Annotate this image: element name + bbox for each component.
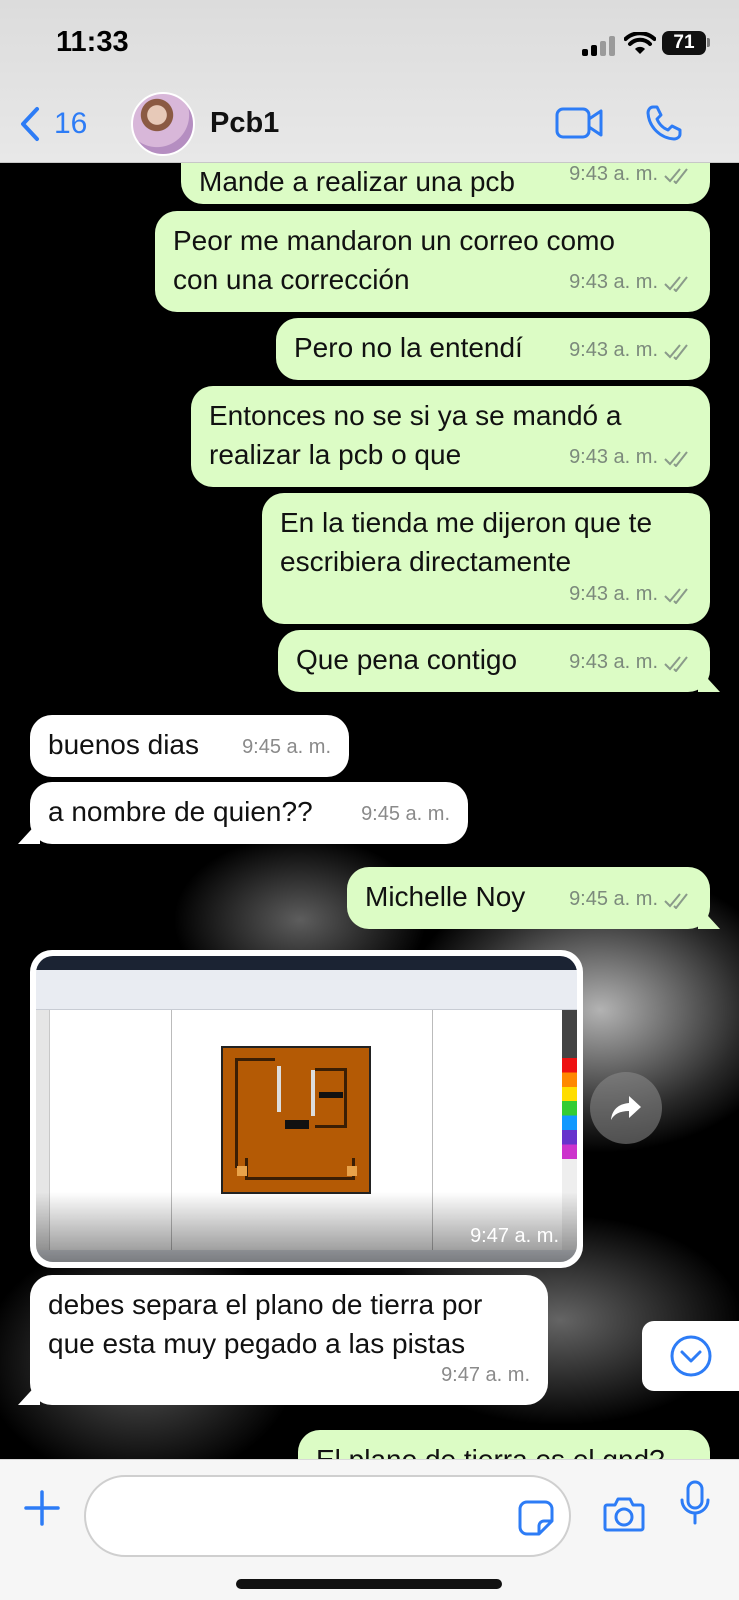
pcb-board (221, 1046, 371, 1194)
message-bubble-incoming[interactable]: a nombre de quien?? 9:45 a. m. (30, 782, 468, 844)
chat-header: 11:33 71 16 Pcb1 (0, 0, 739, 163)
screenshot-taskbar (36, 956, 577, 970)
message-bubble-outgoing[interactable]: Peor me mandaron un correo como con una … (155, 211, 710, 312)
message-time: 9:47 a. m. (470, 1225, 559, 1247)
read-ticks-icon (664, 167, 688, 184)
video-call-icon[interactable] (555, 106, 603, 140)
message-bubble-outgoing[interactable]: Michelle Noy 9:45 a. m. (347, 867, 710, 929)
wifi-icon (624, 32, 656, 54)
read-ticks-icon (664, 343, 688, 360)
message-time: 9:45 a. m. (569, 888, 658, 910)
message-meta: 9:45 a. m. (361, 795, 450, 834)
chevron-left-icon (21, 107, 39, 141)
message-time: 9:45 a. m. (361, 803, 450, 825)
cellular-signal-icon (582, 36, 616, 56)
pcb-header (311, 1070, 315, 1116)
message-input-container[interactable] (84, 1475, 571, 1557)
sticker-icon[interactable] (517, 1499, 555, 1537)
camera-icon[interactable] (603, 1496, 645, 1532)
message-meta: 9:43 a. m. (569, 438, 692, 477)
message-bubble-incoming[interactable]: buenos dias 9:45 a. m. (30, 715, 349, 777)
home-indicator (236, 1579, 502, 1589)
pcb-component (319, 1092, 343, 1098)
avatar[interactable] (131, 92, 195, 156)
message-time: 9:43 a. m. (569, 339, 658, 361)
read-ticks-icon (664, 450, 688, 467)
scroll-to-bottom-button[interactable] (642, 1321, 739, 1391)
read-ticks-icon (664, 655, 688, 672)
chevron-down-icon (670, 1335, 711, 1377)
message-input[interactable] (108, 1495, 488, 1539)
message-bubble-outgoing[interactable]: Que pena contigo 9:43 a. m. (278, 630, 710, 692)
message-time: 9:45 a. m. (242, 736, 331, 758)
unread-count: 16 (54, 107, 88, 140)
screenshot-toolbar (36, 970, 577, 1010)
message-time: 9:43 a. m. (569, 583, 658, 605)
battery-tip (707, 38, 710, 47)
message-bubble-outgoing[interactable]: Entonces no se si ya se mandó a realizar… (191, 386, 710, 487)
read-ticks-icon (664, 892, 688, 909)
message-meta: 9:43 a. m. (569, 643, 692, 682)
message-time: 9:43 a. m. (569, 446, 658, 468)
microphone-icon[interactable] (679, 1480, 711, 1526)
message-meta: 9:43 a. m. (569, 331, 692, 370)
image-message[interactable]: 9:47 a. m. (30, 950, 583, 1268)
pcb-pad (347, 1166, 357, 1176)
pcb-trace (315, 1068, 347, 1128)
plus-icon[interactable] (24, 1490, 60, 1526)
pcb-component (285, 1120, 309, 1129)
composer-bar (0, 1459, 739, 1600)
back-button[interactable]: 16 (20, 104, 87, 144)
message-meta: 9:45 a. m. (569, 880, 692, 919)
message-bubble-outgoing[interactable]: En la tienda me dijeron que te escribier… (262, 493, 710, 624)
image-thumbnail[interactable]: 9:47 a. m. (36, 956, 577, 1262)
pcb-trace (235, 1058, 275, 1168)
message-meta: 9:47 a. m. (441, 1356, 530, 1395)
message-text: En la tienda me dijeron que te escribier… (280, 507, 653, 577)
message-meta: 9:45 a. m. (242, 728, 331, 767)
message-time: 9:43 a. m. (569, 651, 658, 673)
phone-icon[interactable] (645, 104, 683, 142)
pcb-trace (245, 1158, 355, 1180)
message-bubble-incoming[interactable]: debes separa el plano de tierra por que … (30, 1275, 548, 1405)
message-time: 9:47 a. m. (441, 1364, 530, 1386)
message-time: 9:43 a. m. (569, 271, 658, 293)
message-text: debes separa el plano de tierra por que … (48, 1289, 483, 1359)
read-ticks-icon (664, 275, 688, 292)
message-meta: 9:43 a. m. (569, 575, 692, 614)
message-meta: 9:43 a. m. (569, 263, 692, 302)
chat-title[interactable]: Pcb1 (210, 107, 279, 140)
pcb-pad (237, 1166, 247, 1176)
battery-indicator: 71 (662, 31, 706, 55)
read-ticks-icon (664, 587, 688, 604)
status-bar-time: 11:33 (56, 26, 129, 58)
message-bubble-outgoing[interactable]: Pero no la entendí 9:43 a. m. (276, 318, 710, 380)
forward-button[interactable] (590, 1072, 662, 1144)
forward-icon (611, 1096, 641, 1120)
pcb-header (277, 1066, 281, 1112)
